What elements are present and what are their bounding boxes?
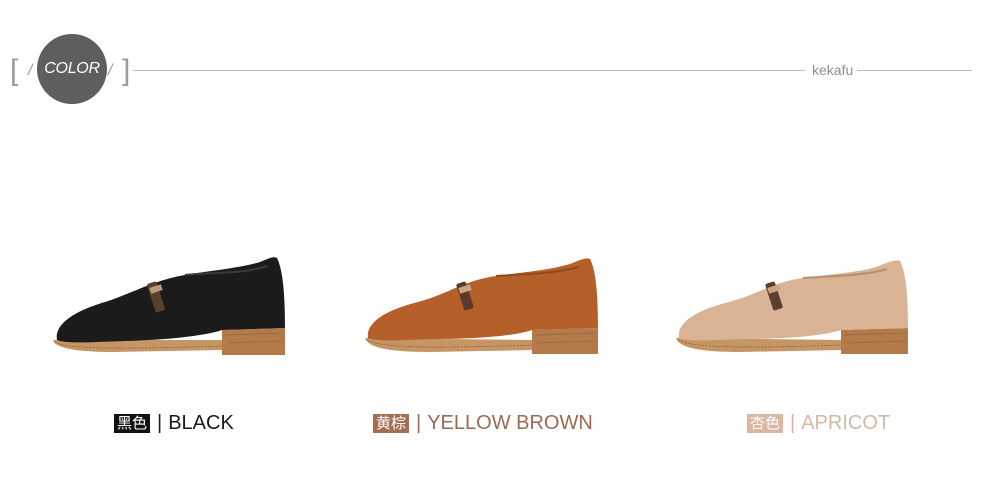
label-separator: | [416,412,422,434]
variant-label-yellow-brown: 黄棕 | YELLOW BROWN [373,412,593,435]
variant-cn-apricot: 杏色 [747,414,784,433]
variant-cn-yellow-brown: 黄棕 [373,414,410,433]
label-separator: | [157,412,163,434]
color-badge-label: COLOR [44,60,100,77]
brand-name: kekafu [812,62,854,78]
left-slash-icon: / [28,62,33,79]
variant-en-apricot: APRICOT [801,412,891,434]
product-image-yellow-brown [360,240,610,370]
variant-label-apricot: 杏色 | APRICOT [747,412,890,435]
header-divider-right [857,70,972,71]
product-image-apricot [673,240,923,370]
variant-cn-black: 黑色 [114,414,151,433]
left-bracket-icon: [ [10,54,19,87]
right-bracket-icon: ] [122,54,131,87]
color-header: [ / COLOR / ] kekafu [0,0,990,110]
variant-en-yellow-brown: YELLOW BROWN [427,412,593,434]
product-image-black [45,240,295,370]
color-badge: COLOR [37,34,107,104]
right-slash-icon: / [108,62,113,79]
variant-label-black: 黑色 | BLACK [114,412,234,435]
header-divider-left [133,70,805,71]
variant-en-black: BLACK [168,412,234,434]
label-separator: | [790,412,796,434]
